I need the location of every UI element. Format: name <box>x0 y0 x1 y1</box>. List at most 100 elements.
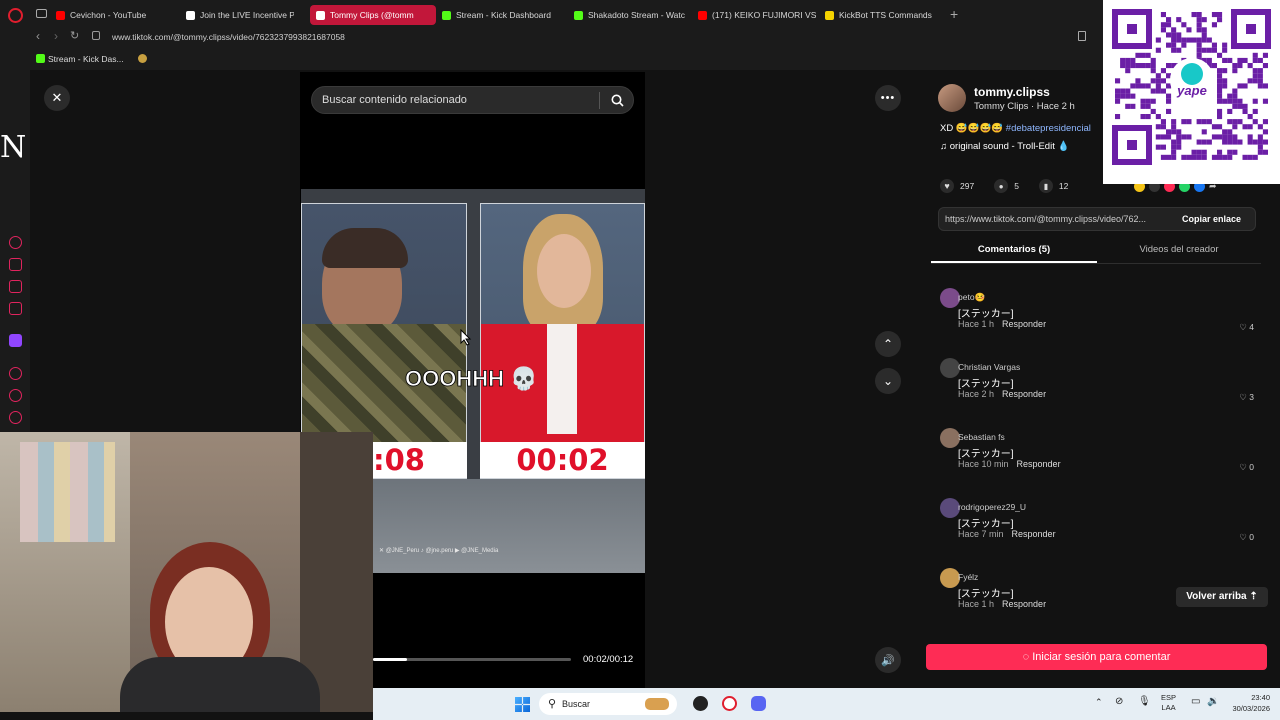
author-handle[interactable]: tommy.clipss <box>974 85 1050 99</box>
comment-item: rodrigoperez29_U [ステッカー] Hace 7 min Respond… <box>940 498 1260 554</box>
lang-code: ESP <box>1161 693 1177 702</box>
avatar[interactable] <box>940 358 960 378</box>
search-input[interactable]: Buscar contenido relacionado <box>311 86 634 114</box>
hashtag-link[interactable]: #debatepresidencial <box>1006 123 1091 134</box>
lang-layout: LAA <box>1161 703 1176 712</box>
bookmark-item[interactable]: Stream - Kick Das... <box>48 54 124 64</box>
comment-meta: Hace 1 h Responder <box>958 599 1054 609</box>
tab-menu-icon[interactable] <box>36 9 47 18</box>
avatar[interactable] <box>938 84 966 112</box>
back-to-top-button[interactable]: Volver arriba ⇡ <box>1176 587 1268 607</box>
clock-time: 23:40 <box>1251 693 1270 702</box>
network-off-icon[interactable]: ⊘ <box>1115 696 1123 707</box>
chevron-up-icon[interactable]: ⌃ <box>875 331 901 357</box>
sidebar-app-icon[interactable] <box>9 367 22 380</box>
tab-6[interactable]: (171) KEIKO FUJIMORI VS <box>698 5 816 25</box>
close-icon[interactable]: ✕ <box>44 85 70 111</box>
history-icon[interactable] <box>9 389 22 402</box>
comment-like[interactable]: ♡ 4 <box>1239 322 1254 333</box>
tab-2[interactable]: Join the LIVE Incentive Pr <box>186 5 294 25</box>
search-icon[interactable] <box>611 94 624 107</box>
login-to-comment-button[interactable]: ◌ Iniciar sesión para comentar <box>926 644 1267 670</box>
taskbar-search-label: Buscar <box>562 699 591 709</box>
reload-icon[interactable]: ↻ <box>70 29 79 42</box>
tab-7[interactable]: KickBot TTS Commands <box>825 5 940 25</box>
volume-icon[interactable]: 🔉 <box>1207 696 1219 707</box>
twitch-icon[interactable] <box>9 334 22 347</box>
tab-3[interactable]: Tommy Clips (@tomm <box>310 5 436 25</box>
comment-text: [ステッカー] <box>958 309 1014 320</box>
comment-like-count: 0 <box>1249 462 1254 472</box>
microphone-icon[interactable]: 🎙 <box>1138 696 1151 707</box>
comment-username[interactable]: Christian Vargas <box>958 362 1020 372</box>
windows-start-icon[interactable] <box>515 697 530 712</box>
chevron-down-icon[interactable]: ⌄ <box>875 368 901 394</box>
person-shirt <box>120 657 320 712</box>
tab-label: (171) KEIKO FUJIMORI VS <box>712 10 816 20</box>
clock[interactable]: 23:40 30/03/2026 <box>1225 692 1270 714</box>
tab-label: Shakadoto Stream - Watc <box>588 10 686 20</box>
comment-item: Sebastian fs [ステッカー] Hace 10 min Responder ♡… <box>940 428 1260 484</box>
copy-link-button[interactable]: Copiar enlace <box>1182 214 1241 224</box>
person-blouse <box>547 324 577 434</box>
language-indicator[interactable]: ESP LAA <box>1161 693 1176 713</box>
link-box: https://www.tiktok.com/@tommy.clipss/vid… <box>938 207 1256 231</box>
mouse-cursor-icon <box>460 329 472 346</box>
volume-icon[interactable]: 🔊 <box>875 647 901 673</box>
author-subtitle: Tommy Clips · Hace 2 h <box>974 101 1075 112</box>
sidebar-app-icon[interactable] <box>9 236 22 249</box>
url-field[interactable]: www.tiktok.com/@tommy.clipss/video/76232… <box>112 32 345 42</box>
comment-icon[interactable]: ● <box>994 179 1009 193</box>
bookmark-icon[interactable]: ▮ <box>1038 179 1053 193</box>
comment-time: Hace 2 h <box>958 389 995 399</box>
avatar[interactable] <box>940 498 960 518</box>
comment-time: Hace 10 min <box>958 459 1009 469</box>
sidebar-app-icon[interactable] <box>9 258 22 271</box>
webcam-overlay <box>0 432 373 712</box>
new-tab-icon[interactable]: + <box>950 6 958 22</box>
bookmark-favicon-icon[interactable] <box>138 54 147 63</box>
tab-5[interactable]: Shakadoto Stream - Watc <box>574 5 686 25</box>
tray-chevron-up-icon[interactable]: ⌃ <box>1095 697 1103 708</box>
taskbar-search[interactable]: ⚲ Buscar <box>539 693 677 715</box>
avatar[interactable] <box>940 288 960 308</box>
avatar[interactable] <box>940 568 960 588</box>
qr-code-image: yape <box>1112 9 1271 165</box>
reply-button[interactable]: Responder <box>1002 389 1046 399</box>
video-link[interactable]: https://www.tiktok.com/@tommy.clipss/vid… <box>945 214 1146 224</box>
heart-icon[interactable]: ♥ <box>940 179 954 193</box>
wifi-icon[interactable]: ▭ <box>1191 696 1200 707</box>
person-hair <box>322 228 408 268</box>
save-count: 12 <box>1058 181 1069 191</box>
settings-icon[interactable] <box>9 411 22 424</box>
tab-comments[interactable]: Comentarios (5) <box>931 241 1097 263</box>
comment-username[interactable]: rodrigoperez29_U <box>958 502 1026 512</box>
reply-button[interactable]: Responder <box>1017 459 1061 469</box>
sidebar-app-icon[interactable] <box>9 280 22 293</box>
tab-1[interactable]: Cevichon - YouTube <box>56 5 168 25</box>
reply-button[interactable]: Responder <box>1002 319 1046 329</box>
taskbar-app-icon[interactable] <box>693 696 708 711</box>
sidebar-app-icon[interactable] <box>9 302 22 315</box>
comment-username[interactable]: Fyélz <box>958 572 978 582</box>
sound-info[interactable]: ♫ original sound - Troll-Edit 💧 <box>940 141 1069 152</box>
tab-4[interactable]: Stream - Kick Dashboard <box>442 5 560 25</box>
comment-username[interactable]: Sebastian fs <box>958 432 1005 442</box>
avatar[interactable] <box>940 428 960 448</box>
progress-track[interactable] <box>373 658 571 661</box>
opera-logo-icon[interactable] <box>8 8 23 23</box>
comment-like[interactable]: ♡ 3 <box>1239 392 1254 403</box>
more-options-icon[interactable]: ••• <box>875 85 901 111</box>
tab-creator-videos[interactable]: Videos del creador <box>1097 241 1261 263</box>
forward-icon[interactable]: › <box>54 29 58 43</box>
bookmark-icon[interactable] <box>1078 31 1086 41</box>
opera-taskbar-icon[interactable] <box>722 696 737 711</box>
comment-like[interactable]: ♡ 0 <box>1239 462 1254 473</box>
reply-button[interactable]: Responder <box>1012 529 1056 539</box>
back-icon[interactable]: ‹ <box>36 29 40 43</box>
comment-like[interactable]: ♡ 0 <box>1239 532 1254 543</box>
comment-username[interactable]: peto🤒 <box>958 292 985 303</box>
comment-time: Hace 1 h <box>958 319 995 329</box>
discord-icon[interactable] <box>751 696 766 711</box>
reply-button[interactable]: Responder <box>1002 599 1046 609</box>
